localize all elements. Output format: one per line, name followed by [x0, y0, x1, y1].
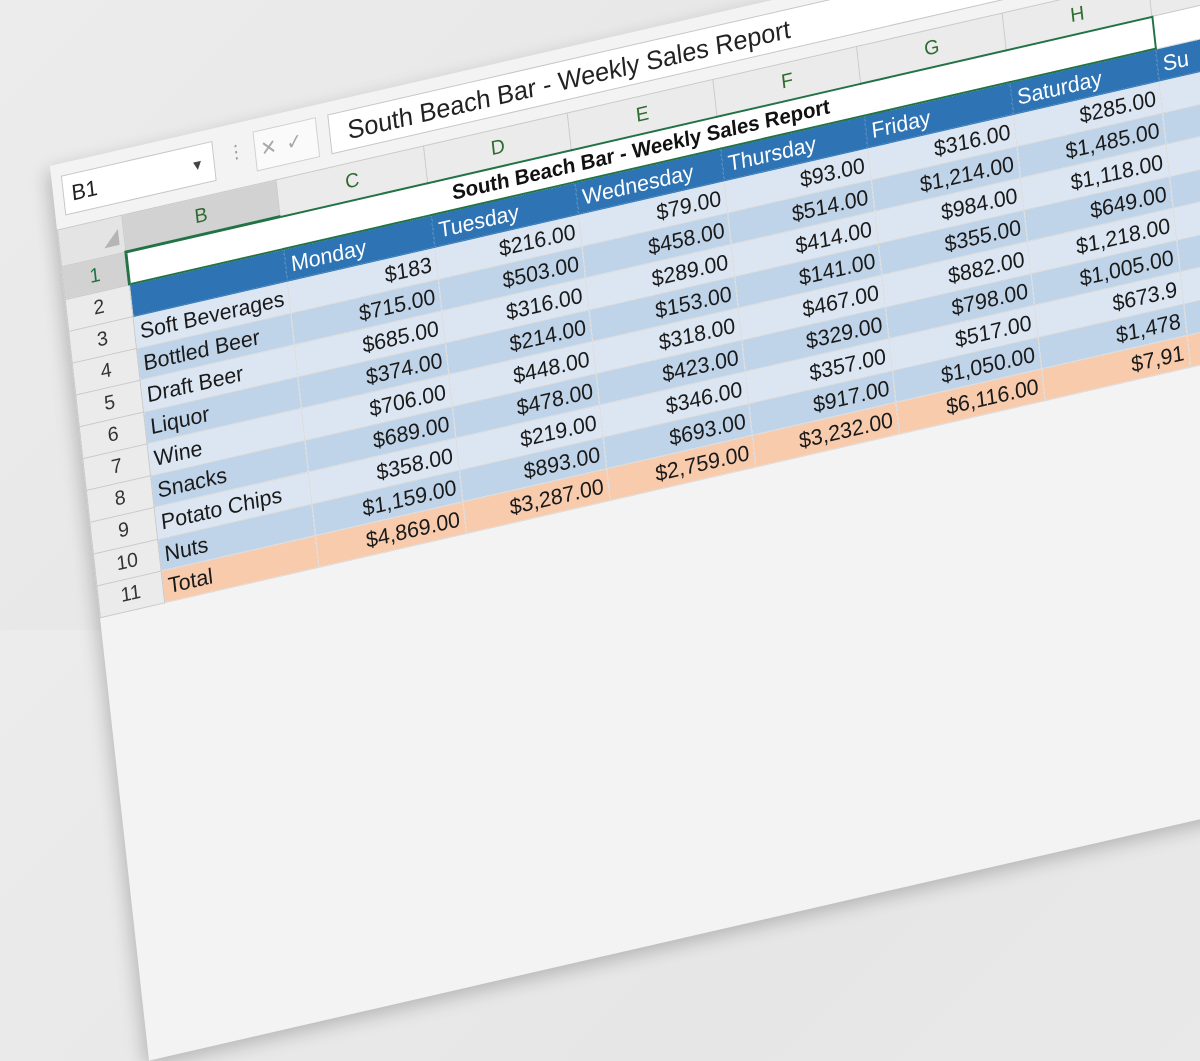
check-icon[interactable]: ✓ — [285, 128, 313, 156]
spreadsheet-window: B1 ▼ ⋮ ✕✓ South Beach Bar - Weekly Sales… — [50, 0, 1200, 1061]
dropdown-arrow-icon[interactable]: ▼ — [189, 144, 206, 185]
close-icon[interactable]: ✕ — [259, 133, 287, 161]
name-box-value: B1 — [70, 174, 99, 206]
formula-buttons: ✕✓ — [252, 117, 321, 172]
select-all-icon — [102, 228, 120, 249]
drag-handle-icon[interactable]: ⋮ — [226, 140, 247, 165]
